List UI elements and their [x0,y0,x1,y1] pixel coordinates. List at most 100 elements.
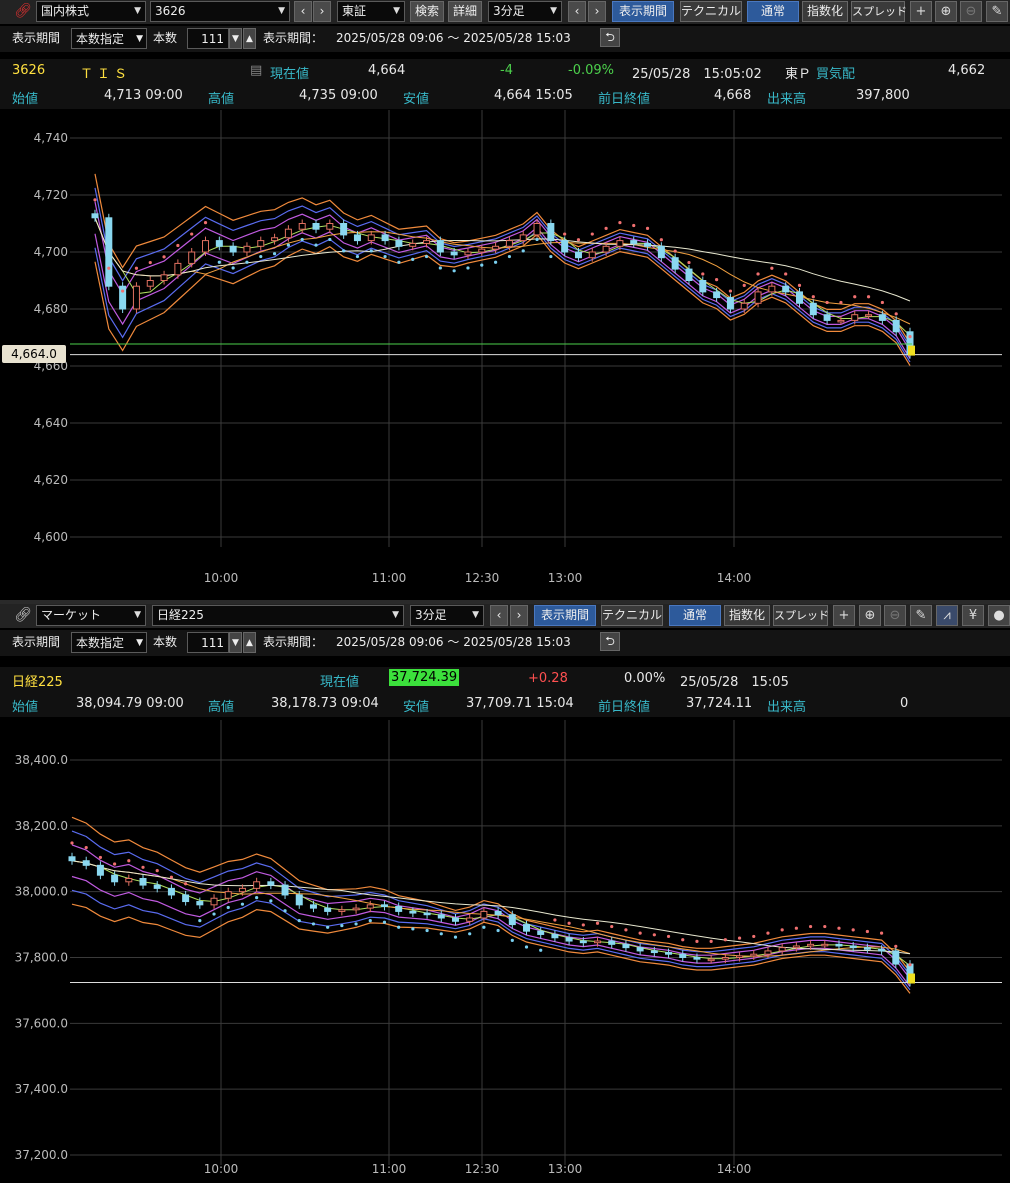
index-mode-button[interactable]: 指数化 [724,605,770,626]
settings-icon[interactable]: ● [988,605,1010,626]
bid-label: 買気配 [816,67,856,82]
prev-close-label: 前日終値 [598,92,651,107]
candle-body [409,242,417,247]
index-mode-button[interactable]: 指数化 [802,1,848,22]
zoom-out-icon[interactable]: ⊖ [884,605,906,626]
prev-close-value: 4,668 [714,88,752,103]
candle-body [437,914,445,919]
candle-body [182,894,190,903]
link-icon[interactable]: 🔗︎ [12,605,34,626]
market-select[interactable]: マーケット ▼ [36,605,146,626]
sar-dot [259,254,263,259]
link-icon[interactable]: 🔗︎ [12,1,34,22]
trend-icon[interactable]: ⩘ [936,605,958,626]
candle-body [782,285,790,293]
sar-dot [715,278,719,282]
market-select-label: マーケット [41,608,102,622]
candle-body [608,940,616,945]
count-input[interactable]: 111 [187,632,229,653]
sar-dot [524,945,529,949]
price-chart[interactable]: 4,740 4,720 4,700 4,680 4,660 4,640 4,620 4,600… [0,110,1010,600]
candle-body [721,957,729,960]
x-tick-label: 14:00 [717,571,752,585]
zoom-out-icon[interactable]: ⊖ [960,1,982,22]
change-pct-value: 0.00% [624,671,666,686]
candle-body [892,950,900,965]
count-down-button[interactable]: ▼ [229,632,242,653]
display-period-button[interactable]: 表示期間 [534,605,596,626]
period-row: 表示期間 本数指定 ▼ 本数 111 ▼ ▲ 表示期間： 2025/05/28 0… [0,630,1010,656]
sar-dot [894,312,898,316]
technical-button[interactable]: テクニカル [601,605,663,626]
sar-dot [314,243,318,247]
pencil-icon[interactable]: ✎ [986,1,1008,22]
zoom-in-icon[interactable]: ⊕ [935,1,957,22]
count-input[interactable]: 111 [187,28,229,49]
sar-dot [203,221,208,225]
candle-body [892,319,900,333]
next-period-button[interactable]: › [588,1,606,22]
document-icon[interactable]: ▤ [250,63,262,78]
period-mode-select[interactable]: 本数指定 ▼ [71,632,147,653]
zoom-in-icon[interactable]: ⊕ [859,605,881,626]
candle-body [795,291,803,304]
candle-body [480,910,488,919]
y-tick-label: 37,600.0 [15,1016,68,1030]
technical-button[interactable]: テクニカル [680,1,742,22]
sar-dot [880,300,884,305]
normal-mode-button[interactable]: 通常 [669,605,721,626]
sar-dot [811,295,815,299]
count-up-button[interactable]: ▲ [243,28,256,49]
crosshair-icon[interactable]: + [910,1,932,22]
symbol-input[interactable]: 日経225 ▼ [152,605,404,626]
count-up-button[interactable]: ▲ [243,632,256,653]
crosshair-icon[interactable]: + [833,605,855,626]
market-select[interactable]: 国内株式 ▼ [36,1,146,22]
chevron-down-icon: ▼ [393,6,400,16]
candle-body [210,897,218,906]
exchange-select[interactable]: 東証 ▼ [337,1,405,22]
count-down-button[interactable]: ▼ [229,28,242,49]
return-icon[interactable]: ⮌ [600,632,620,651]
next-symbol-button[interactable]: › [313,1,331,22]
prev-symbol-button[interactable]: ‹ [294,1,312,22]
spread-mode-button[interactable]: スプレッド [773,605,829,626]
candle-body [423,912,431,916]
band-line [94,230,911,363]
range-label: 表示期間： [263,31,324,45]
yen-icon[interactable]: ¥ [962,605,984,626]
index-chart[interactable]: 38,400.0 38,200.0 38,000.0 37,800.0 37,600.0… [0,720,1010,1183]
prev-period-button[interactable]: ‹ [568,1,586,22]
normal-mode-button[interactable]: 通常 [747,1,799,22]
low-label: 安値 [403,700,430,715]
sar-dot [355,254,360,259]
period-mode-select[interactable]: 本数指定 ▼ [71,28,147,49]
symbol-name: ＴＩＳ [80,67,132,82]
y-tick-label: 4,680 [34,302,68,316]
next-period-button[interactable]: › [510,605,528,626]
candle-body [492,245,500,250]
candle-body [823,314,831,321]
return-icon[interactable]: ⮌ [600,28,620,47]
spread-mode-button[interactable]: スプレッド [851,1,907,22]
prev-period-button[interactable]: ‹ [490,605,508,626]
interval-select[interactable]: 3分足 ▼ [410,605,484,626]
sar-dot [632,223,636,228]
display-period-button[interactable]: 表示期間 [612,1,674,22]
candle-body [196,901,204,906]
sar-dot [784,272,788,276]
symbol-input[interactable]: 3626 ▼ [150,1,290,22]
interval-select-label: 3分足 [415,608,447,622]
pencil-icon[interactable]: ✎ [910,605,932,626]
bid-value: 4,662 [948,63,986,78]
candle-body [736,955,744,959]
current-price-value: 37,724.39 [389,669,460,686]
current-price-label: 現在値 [270,67,310,82]
index-chart-svg: 38,400.0 38,200.0 38,000.0 37,800.0 37,600.0… [15,720,1002,1176]
exchange-select-label: 東証 [342,4,367,18]
sar-dot [695,939,699,943]
search-button[interactable]: 検索 [410,1,444,22]
detail-button[interactable]: 詳細 [448,1,482,22]
candle-body [257,240,265,247]
interval-select[interactable]: 3分足 ▼ [488,1,562,22]
